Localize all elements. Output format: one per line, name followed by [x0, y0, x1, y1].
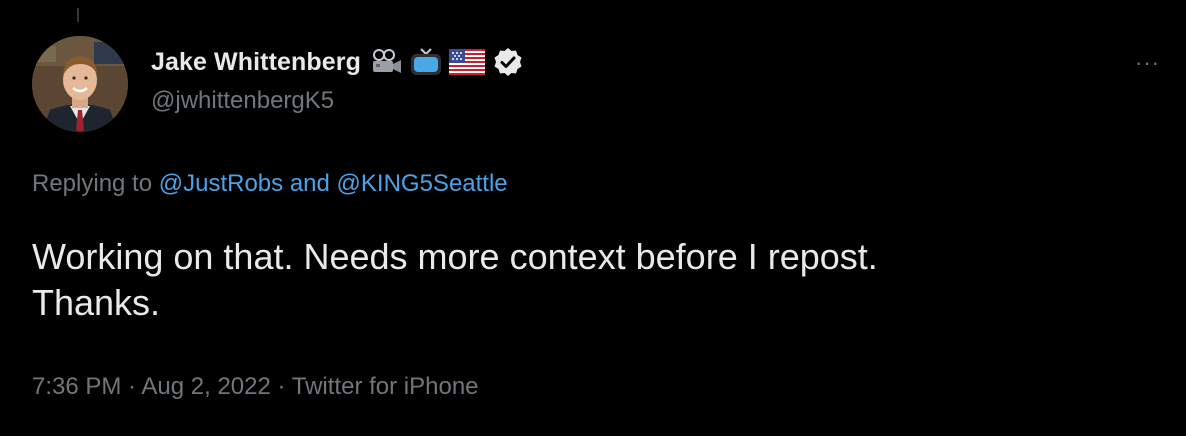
tweet-time[interactable]: 7:36 PM: [32, 373, 121, 400]
author-name-row: Jake Whittenberg: [151, 44, 523, 80]
tweet-metadata: 7:36 PM · Aug 2, 2022 · Twitter for iPho…: [32, 373, 479, 401]
movie-camera-icon: [369, 48, 403, 76]
verified-badge-icon[interactable]: [493, 47, 523, 77]
tweet-text-line-2: Thanks.: [32, 282, 161, 323]
avatar-photo: [32, 36, 128, 132]
meta-separator: ·: [121, 373, 142, 400]
more-options-button[interactable]: ···: [1135, 50, 1160, 76]
tweet-text: Working on that. Needs more context befo…: [32, 234, 1152, 326]
reply-context: Replying to @JustRobs and @KING5Seattle: [32, 170, 508, 198]
thread-connector-line: [77, 8, 79, 22]
tweet-source[interactable]: Twitter for iPhone: [292, 373, 479, 400]
mention-link-justrobs[interactable]: @JustRobs: [159, 170, 283, 197]
author-handle[interactable]: @jwhittenbergK5: [151, 87, 334, 115]
tweet-text-line-1: Working on that. Needs more context befo…: [32, 236, 878, 277]
author-display-name[interactable]: Jake Whittenberg: [151, 48, 361, 77]
meta-separator: ·: [270, 373, 292, 400]
tweet-date[interactable]: Aug 2, 2022: [141, 373, 270, 400]
avatar[interactable]: [32, 36, 128, 132]
reply-conjunction: and: [283, 170, 337, 197]
mention-link-king5seattle[interactable]: @KING5Seattle: [337, 170, 508, 197]
television-icon: [409, 47, 443, 77]
reply-prefix: Replying to: [32, 170, 159, 197]
us-flag-icon: [448, 49, 485, 75]
